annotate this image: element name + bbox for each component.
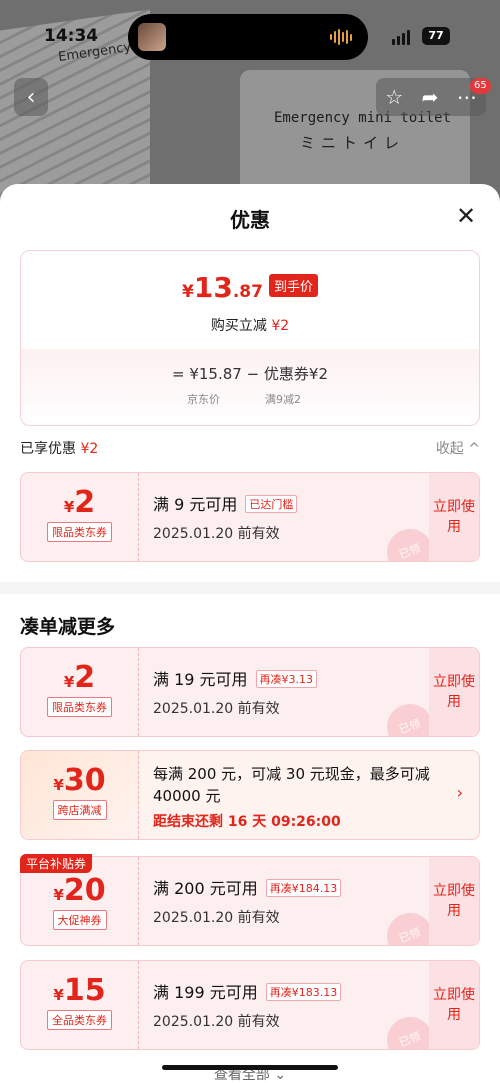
coupon-value: 15 — [63, 973, 106, 1008]
more-discounts-title: 凑单减更多 — [20, 616, 116, 638]
coupon-currency: ¥ — [53, 986, 64, 1004]
coupon-details: 满 9 元可用 已达门槛 2025.01.20 前有效 — [153, 491, 298, 543]
use-now-button[interactable]: 立即使用 — [429, 961, 479, 1049]
enjoyed-label: 已享优惠 ¥2 — [20, 441, 98, 457]
currency-symbol: ¥ — [182, 282, 194, 302]
enjoyed-label-text: 已享优惠 — [20, 441, 76, 457]
coupon-details: 满 199 元可用 再凑¥183.13 2025.01.20 前有效 — [153, 979, 342, 1031]
coupon-kind: 限品类东券 — [47, 697, 112, 717]
close-button[interactable]: ✕ — [452, 202, 480, 230]
coupon-card: ¥15 全品类东券 满 199 元可用 再凑¥183.13 2025.01.20 … — [20, 960, 480, 1050]
coupon-value: 30 — [63, 763, 106, 798]
promo-countdown: 距结束还剩 16 天 09:26:00 — [153, 814, 341, 830]
coupon-expiry: 2025.01.20 前有效 — [153, 701, 280, 717]
promo-description: 每满 200 元，可减 30 元现金，最多可减 40000 元 — [153, 765, 430, 805]
coupon-currency: ¥ — [53, 776, 64, 794]
price-summary-card: ¥13.87 到手价 购买立减 ¥2 = ¥15.87 − 优惠券¥2 京东价 满… — [20, 250, 480, 426]
final-price: ¥13.87 到手价 — [21, 271, 479, 304]
collapse-toggle[interactable]: 收起 ^ — [436, 438, 480, 458]
instant-value: ¥2 — [271, 318, 290, 334]
coupon-threshold-chip: 已达门槛 — [245, 495, 298, 513]
sheet-title: 优惠 — [230, 208, 270, 232]
back-button[interactable]: ‹ — [14, 78, 48, 116]
coupon-remaining-chip: 再凑¥183.13 — [265, 983, 342, 1001]
coupon-kind: 大促神券 — [52, 910, 107, 930]
coupon-currency: ¥ — [63, 498, 75, 516]
coupon-value: 20 — [63, 873, 106, 908]
share-icon[interactable]: ➦ — [422, 85, 439, 109]
use-now-button[interactable]: 立即使用 — [429, 857, 479, 945]
coupon-amount-area: ¥30 跨店满减 — [21, 751, 139, 839]
coupon-condition: 满 200 元可用 — [153, 879, 258, 898]
coupon-remaining-chip: 再凑¥3.13 — [255, 670, 318, 688]
signal-icon — [392, 30, 410, 45]
coupon-amount-area: ¥2 限品类东券 — [21, 473, 139, 561]
coupon-value: 2 — [74, 660, 96, 695]
price-decimal: .87 — [232, 282, 263, 302]
dynamic-island — [128, 14, 368, 60]
instant-discount: 购买立减 ¥2 — [21, 315, 479, 335]
instant-label: 购买立减 — [210, 318, 267, 334]
coupon-expiry: 2025.01.20 前有效 — [153, 526, 280, 542]
coupon-kind: 跨店满减 — [52, 800, 107, 820]
chevron-right-icon: › — [456, 783, 463, 802]
coupon-expiry: 2025.01.20 前有效 — [153, 910, 280, 926]
discount-sheet: 优惠 ✕ ¥13.87 到手价 购买立减 ¥2 = ¥15.87 − 优惠券¥2 … — [0, 184, 500, 1083]
coupon-amount-area: ¥15 全品类东券 — [21, 961, 139, 1049]
close-icon: ✕ — [455, 202, 477, 230]
coupon-condition: 满 199 元可用 — [153, 983, 258, 1002]
star-icon[interactable]: ☆ — [385, 85, 403, 109]
coupon-amount: ¥20 — [21, 873, 138, 908]
coupon-amount-area: ¥2 限品类东券 — [21, 648, 139, 736]
formula-label-jd-price: 京东价 — [187, 393, 220, 406]
audio-wave-icon — [330, 28, 354, 46]
platform-subsidy-tag: 平台补贴券 — [20, 854, 93, 873]
coupon-remaining-chip: 再凑¥184.13 — [265, 879, 342, 897]
status-time: 14:34 — [44, 26, 99, 46]
coupon-kind: 限品类东券 — [47, 522, 112, 542]
price-formula: = ¥15.87 − 优惠券¥2 — [171, 365, 328, 383]
price-integer: 13 — [193, 271, 233, 304]
battery-icon: 77 — [422, 27, 450, 45]
coupon-amount: ¥2 — [21, 485, 138, 520]
coupon-amount: ¥2 — [21, 660, 138, 695]
use-now-button[interactable]: 立即使用 — [429, 473, 479, 561]
enjoyed-value: ¥2 — [80, 441, 99, 457]
coupon-details: 满 19 元可用 再凑¥3.13 2025.01.20 前有效 — [153, 666, 318, 718]
coupon-amount: ¥15 — [21, 973, 138, 1008]
section-divider — [0, 582, 500, 594]
coupon-kind: 全品类东券 — [47, 1010, 112, 1030]
coupon-expiry: 2025.01.20 前有效 — [153, 1014, 280, 1030]
coupon-condition: 满 19 元可用 — [153, 670, 248, 689]
coupon-amount: ¥30 — [21, 763, 138, 798]
price-breakdown-area — [21, 349, 479, 425]
applied-coupon: ¥2 限品类东券 满 9 元可用 已达门槛 2025.01.20 前有效 已领 立… — [20, 472, 480, 562]
final-price-tag: 到手价 — [268, 274, 318, 297]
chevron-left-icon: ‹ — [26, 84, 36, 110]
coupon-value: 2 — [74, 485, 96, 520]
cross-store-promo[interactable]: ¥30 跨店满减 每满 200 元，可减 30 元现金，最多可减 40000 元… — [20, 750, 480, 840]
enjoyed-discounts-row: 已享优惠 ¥2 收起 ^ — [20, 438, 480, 458]
message-badge: 65 — [470, 78, 491, 94]
now-playing-artwork — [138, 23, 166, 51]
coupon-currency: ¥ — [53, 886, 64, 904]
coupon-condition: 满 9 元可用 — [153, 495, 238, 514]
coupon-details: 满 200 元可用 再凑¥184.13 2025.01.20 前有效 — [153, 875, 342, 927]
home-indicator — [162, 1065, 338, 1070]
use-now-button[interactable]: 立即使用 — [429, 648, 479, 736]
formula-label-coupon: 满9减2 — [265, 393, 301, 406]
coupon-card: ¥2 限品类东券 满 19 元可用 再凑¥3.13 2025.01.20 前有效 … — [20, 647, 480, 737]
coupon-currency: ¥ — [63, 673, 75, 691]
